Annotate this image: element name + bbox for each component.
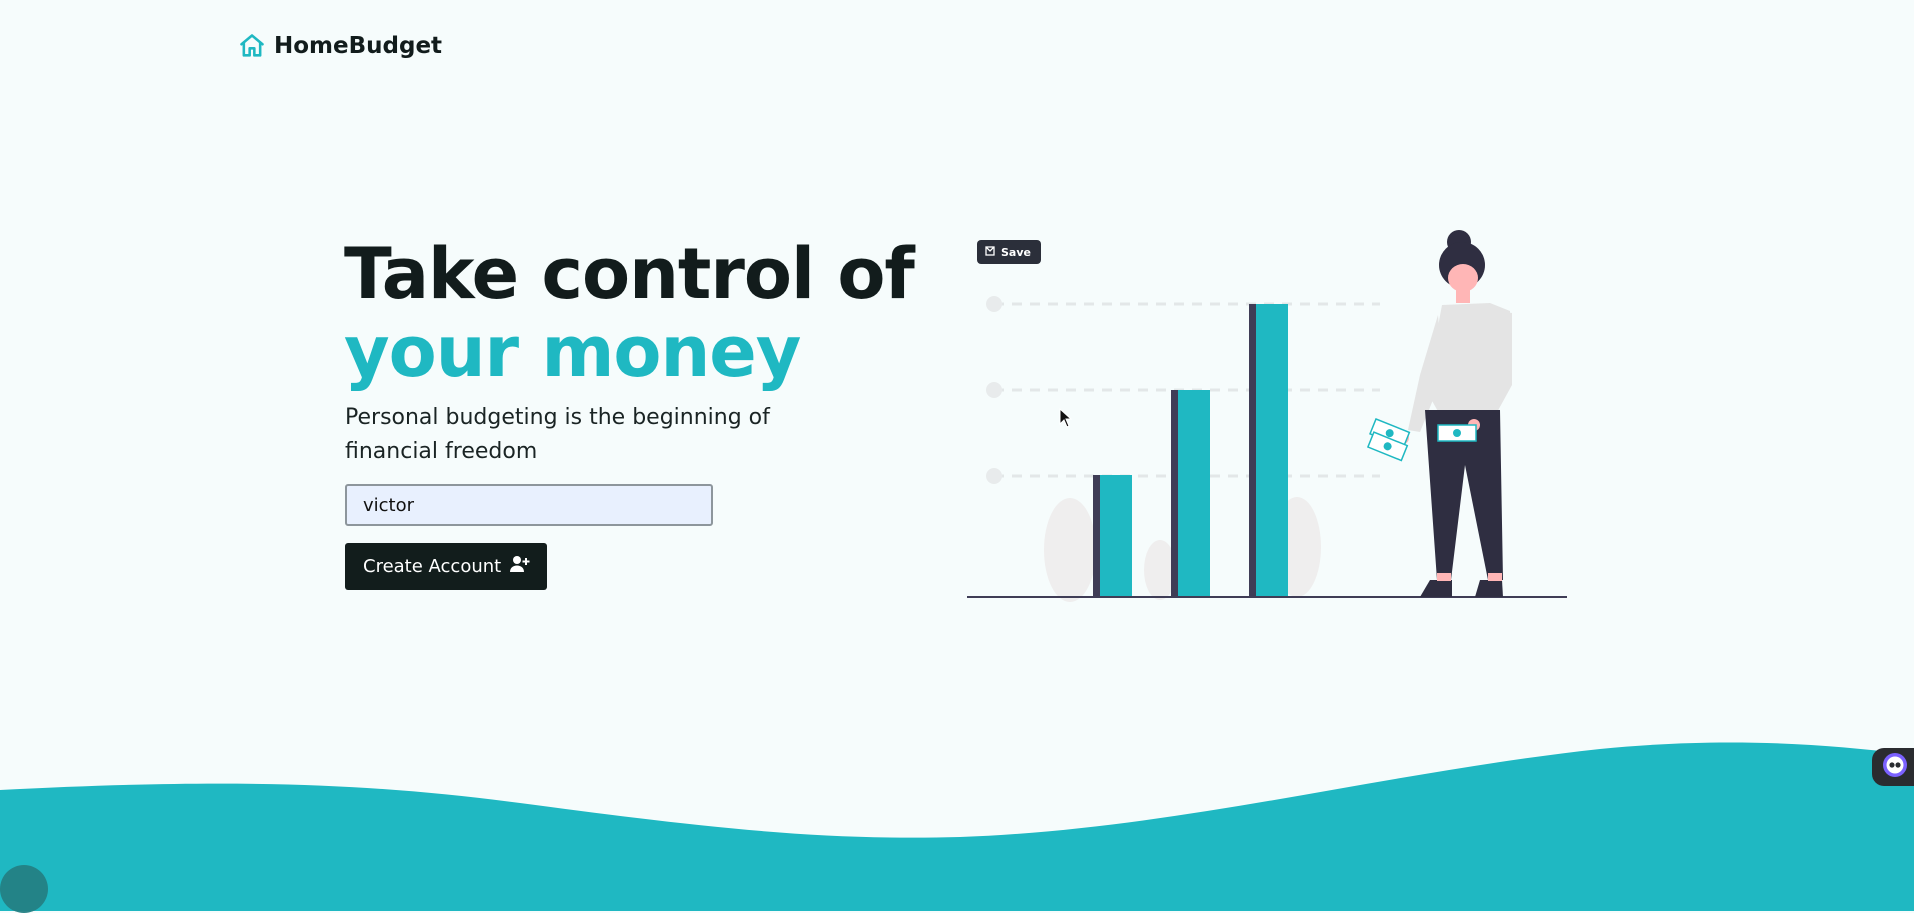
create-account-button[interactable]: Create Account (345, 543, 548, 590)
pinterest-save-icon (985, 245, 995, 259)
brand-logo[interactable]: HomeBudget (238, 32, 442, 60)
hero-subtitle: Personal budgeting is the beginning of f… (345, 405, 770, 464)
brand-name: HomeBudget (274, 33, 443, 59)
save-image-button[interactable]: Save (977, 240, 1041, 264)
create-account-label: Create Account (363, 556, 502, 577)
assistant-widget-button[interactable] (1872, 748, 1914, 786)
floating-action-circle[interactable] (0, 865, 48, 913)
hero-title-accent: your money (344, 311, 801, 393)
user-plus-icon (510, 555, 530, 578)
robot-face-icon (1882, 752, 1908, 782)
hero-title: Take control of your money (344, 233, 915, 393)
finance-illustration (967, 230, 1567, 602)
footer-wave (0, 742, 1914, 911)
mouse-cursor-icon (1059, 408, 1073, 428)
house-icon (238, 32, 266, 60)
name-input[interactable] (345, 484, 713, 526)
hero-title-line1: Take control of (344, 233, 915, 315)
save-label: Save (1001, 245, 1031, 259)
